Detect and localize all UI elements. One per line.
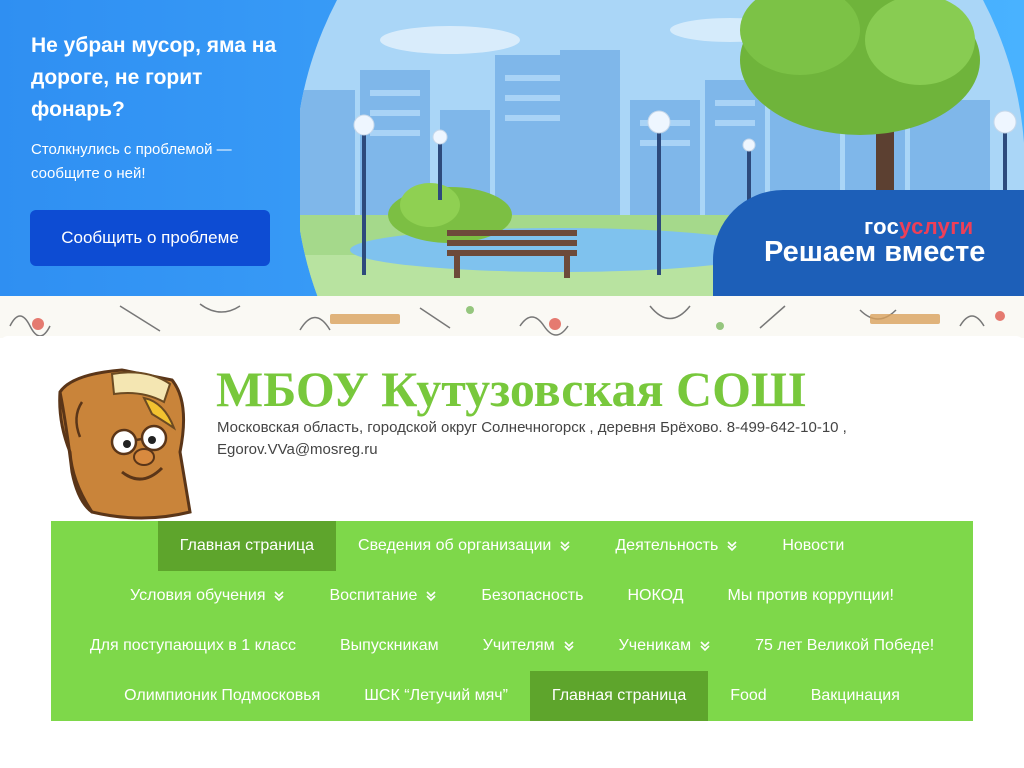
chevron-down-icon [564,641,574,652]
report-problem-button[interactable]: Сообщить о проблеме [30,210,270,266]
nav-row: Олимпионик Подмосковья ШСК “Летучий мяч”… [51,671,973,721]
nav-item-upbringing[interactable]: Воспитание [307,571,459,621]
nav-item-first-grade[interactable]: Для поступающих в 1 класс [68,621,318,671]
banner-subtitle: Столкнулись с проблемой — сообщите о ней… [31,141,232,182]
school-doodle-pattern [0,296,1024,338]
nav-item-anti-corruption[interactable]: Мы против коррупции! [706,571,916,621]
banner-title: Не убран мусор, яма на дороге, не горит … [31,34,277,121]
nav-item-safety[interactable]: Безопасность [459,571,605,621]
main-navigation: Главная страница Сведения об организации… [51,521,973,721]
chevron-down-icon [700,641,710,652]
nav-item-teachers[interactable]: Учителям [461,621,597,671]
banner-text-panel: Не убран мусор, яма на дороге, не горит … [0,0,310,296]
nav-item-home-2[interactable]: Главная страница [529,671,709,721]
nav-item-olympionik[interactable]: Олимпионик Подмосковья [102,671,342,721]
chevron-down-icon [274,591,285,602]
nav-item-study-conditions[interactable]: Условия обучения [108,571,307,621]
nav-item-home[interactable]: Главная страница [157,521,337,571]
nav-item-students[interactable]: Ученикам [597,621,733,671]
nav-row: Для поступающих в 1 класс Выпускникам Уч… [51,621,973,671]
book-mascot [58,368,192,520]
nav-item-organization-info[interactable]: Сведения об организации [336,521,593,571]
nav-row: Условия обучения Воспитание Безопасность… [51,571,973,621]
school-contacts: Московская область, городской округ Солн… [217,419,847,458]
nav-item-activity[interactable]: Деятельность [593,521,760,571]
nav-item-victory-75[interactable]: 75 лет Великой Победе! [733,621,956,671]
nav-item-sports-club[interactable]: ШСК “Летучий мяч” [342,671,530,721]
school-title: МБОУ Кутузовская СОШ [216,361,806,417]
nav-item-nokod[interactable]: НОКОД [605,571,705,621]
gosuslugi-banner[interactable]: Не убран мусор, яма на дороге, не горит … [0,0,1024,296]
nav-item-news[interactable]: Новости [760,521,866,571]
nav-item-food[interactable]: Food [708,671,788,721]
nav-item-vaccination[interactable]: Вакцинация [789,671,922,721]
chevron-down-icon [727,541,737,552]
brand-tagline: Решаем вместе [764,236,986,268]
chevron-down-icon [560,541,570,552]
nav-row: Главная страница Сведения об организации… [51,521,973,571]
nav-item-graduates[interactable]: Выпускникам [318,621,461,671]
chevron-down-icon [426,591,436,602]
